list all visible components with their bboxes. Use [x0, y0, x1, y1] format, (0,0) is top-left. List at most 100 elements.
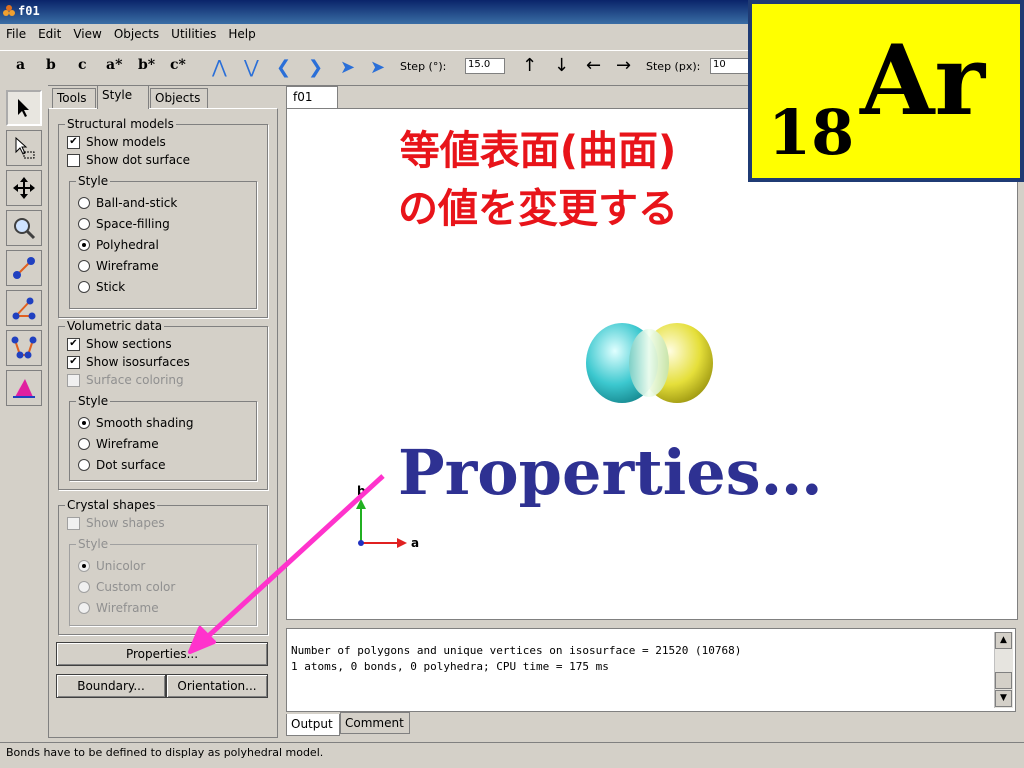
show-shapes-label: Show shapes	[86, 516, 165, 530]
radio-custom-color[interactable]: Custom color	[78, 580, 175, 594]
tool-strip	[0, 84, 48, 740]
rotate-down-icon[interactable]: ⋁	[244, 57, 259, 78]
dihedral-angle-icon[interactable]	[6, 330, 42, 366]
zoom-icon[interactable]	[6, 210, 42, 246]
translate-right-icon[interactable]: →	[616, 55, 631, 76]
structural-models-title: Structural models	[65, 117, 176, 131]
isosurface-3d	[586, 323, 713, 403]
element-symbol: Ar	[860, 24, 986, 137]
tab-comment[interactable]: Comment	[340, 712, 410, 734]
surface-coloring-label: Surface coloring	[86, 373, 184, 387]
radio-polyhedral[interactable]: Polyhedral	[78, 238, 159, 252]
axis-a-star-button[interactable]: a*	[106, 57, 122, 73]
rotate-left-icon[interactable]: ❮	[276, 57, 291, 78]
bond-angle-icon[interactable]	[6, 290, 42, 326]
radio-smooth-shading[interactable]: Smooth shading	[78, 416, 194, 430]
scroll-down-icon[interactable]: ▼	[995, 690, 1012, 707]
structural-style-title: Style	[76, 174, 111, 188]
dot-surface-label: Dot surface	[96, 458, 166, 472]
rotation-step-input[interactable]: 15.0	[465, 58, 505, 74]
show-models-checkbox[interactable]: ✔ Show models	[67, 135, 166, 149]
crystal-wireframe-label: Wireframe	[96, 601, 159, 615]
volumetric-style-title: Style	[76, 394, 111, 408]
rotate-right-icon[interactable]: ❯	[308, 57, 323, 78]
translation-step-input[interactable]: 10	[710, 58, 750, 74]
show-isosurfaces-checkbox[interactable]: ✔ Show isosurfaces	[67, 355, 190, 369]
properties-caption: Properties…	[398, 436, 823, 509]
window-title: f01	[18, 4, 40, 18]
menu-help[interactable]: Help	[222, 24, 261, 44]
structural-style-group: Style Ball-and-stick Space-filling Polyh…	[69, 174, 257, 309]
move-icon[interactable]	[6, 170, 42, 206]
radio-space-filling[interactable]: Space-filling	[78, 217, 170, 231]
radio-volumetric-wireframe[interactable]: Wireframe	[78, 437, 159, 451]
element-badge: 18 Ar	[748, 0, 1024, 182]
show-sections-checkbox[interactable]: ✔ Show sections	[67, 337, 172, 351]
axis-a-button[interactable]: a	[16, 57, 25, 73]
annotation-line2: の値を変更する	[398, 186, 678, 232]
axis-b-star-button[interactable]: b*	[138, 57, 155, 73]
select-box-icon[interactable]	[6, 130, 42, 166]
tab-objects[interactable]: Objects	[150, 88, 208, 108]
properties-button[interactable]: Properties...	[56, 642, 268, 666]
ball-and-stick-label: Ball-and-stick	[96, 196, 178, 210]
rotate-up-icon[interactable]: ⋀	[212, 57, 227, 78]
radio-unicolor[interactable]: Unicolor	[78, 559, 145, 573]
menu-edit[interactable]: Edit	[32, 24, 67, 44]
crystal-shapes-title: Crystal shapes	[65, 498, 158, 512]
tab-tools[interactable]: Tools	[52, 88, 96, 108]
output-scrollbar[interactable]: ▲ ▼	[994, 632, 1013, 708]
space-filling-label: Space-filling	[96, 217, 170, 231]
translate-up-icon[interactable]: ↑	[522, 55, 537, 76]
menu-file[interactable]: File	[0, 24, 32, 44]
checkbox-unchecked-icon	[67, 373, 80, 387]
checkbox-unchecked-icon	[67, 516, 80, 530]
radio-crystal-wireframe[interactable]: Wireframe	[78, 601, 159, 615]
scroll-thumb[interactable]	[995, 672, 1012, 689]
bond-length-icon[interactable]	[6, 250, 42, 286]
menu-objects[interactable]: Objects	[108, 24, 165, 44]
volumetric-data-title: Volumetric data	[65, 319, 165, 333]
volumetric-style-group: Style Smooth shading Wireframe Dot surfa…	[69, 394, 257, 481]
show-shapes-checkbox[interactable]: Show shapes	[67, 516, 165, 530]
app-icon	[3, 5, 15, 16]
radio-dot-surface[interactable]: Dot surface	[78, 458, 165, 472]
checkbox-checked-icon: ✔	[67, 355, 80, 369]
radio-wireframe[interactable]: Wireframe	[78, 259, 159, 273]
scroll-up-icon[interactable]: ▲	[995, 632, 1012, 649]
orientation-button[interactable]: Orientation...	[166, 674, 268, 698]
annotation-line1: 等値表面(曲面)	[399, 128, 677, 174]
radio-ball-and-stick[interactable]: Ball-and-stick	[78, 196, 177, 210]
rotation-step-label: Step (°):	[400, 60, 447, 73]
select-arrow-icon[interactable]	[6, 90, 42, 126]
tab-output[interactable]: Output	[286, 714, 340, 736]
volumetric-data-group: Volumetric data ✔ Show sections ✔ Show iso…	[58, 319, 268, 490]
checkbox-unchecked-icon	[67, 153, 80, 167]
tab-f01[interactable]: f01	[286, 86, 338, 108]
axis-c-button[interactable]: c	[78, 57, 87, 73]
show-models-label: Show models	[86, 135, 166, 149]
rotate-ccw-icon[interactable]: ➤	[340, 57, 355, 78]
output-line: 1 atoms, 0 bonds, 0 polyhedra; CPU time …	[291, 660, 609, 673]
boundary-button[interactable]: Boundary...	[56, 674, 166, 698]
surface-coloring-checkbox[interactable]: Surface coloring	[67, 373, 184, 387]
axis-c-star-button[interactable]: c*	[170, 57, 186, 73]
show-dot-surface-checkbox[interactable]: Show dot surface	[67, 153, 190, 167]
menu-utilities[interactable]: Utilities	[165, 24, 222, 44]
wireframe-label: Wireframe	[96, 259, 159, 273]
tab-style[interactable]: Style	[97, 85, 149, 109]
output-console[interactable]: Number of polygons and unique vertices o…	[286, 628, 1016, 712]
show-dot-surface-label: Show dot surface	[86, 153, 191, 167]
status-bar: Bonds have to be defined to display as p…	[0, 742, 1024, 768]
axis-a-label: a	[411, 536, 419, 550]
lattice-plane-icon[interactable]	[6, 370, 42, 406]
show-sections-label: Show sections	[86, 337, 172, 351]
translate-down-icon[interactable]: ↓	[554, 55, 569, 76]
axis-b-label: b	[357, 484, 366, 498]
radio-stick[interactable]: Stick	[78, 280, 125, 294]
rotate-cw-icon[interactable]: ➤	[370, 57, 385, 78]
axis-b-button[interactable]: b	[46, 57, 56, 73]
show-isosurfaces-label: Show isosurfaces	[86, 355, 190, 369]
menu-view[interactable]: View	[67, 24, 107, 44]
translate-left-icon[interactable]: ←	[586, 55, 601, 76]
